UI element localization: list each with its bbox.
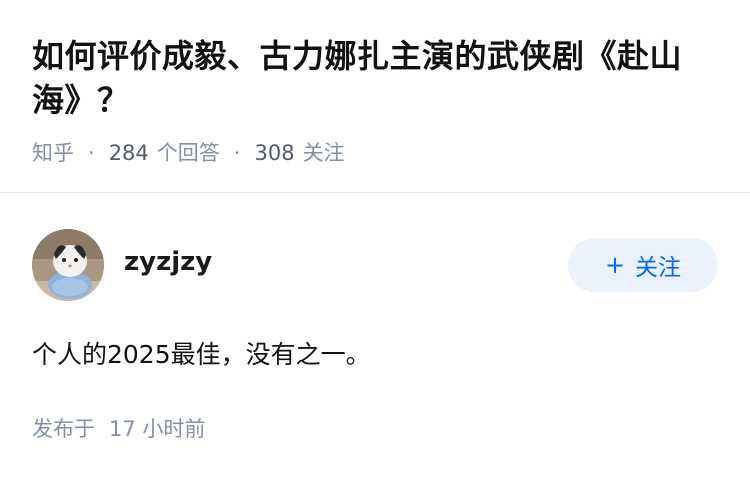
published-label: 发布于 bbox=[32, 417, 95, 441]
meta-separator: · bbox=[233, 141, 241, 165]
follow-button-label: 关注 bbox=[635, 255, 682, 281]
author-name[interactable]: zyzjzy bbox=[124, 247, 212, 277]
author-info: zyzjzy bbox=[32, 229, 212, 301]
follow-count: 308 bbox=[254, 141, 295, 165]
plus-icon: + bbox=[604, 251, 626, 279]
author-row: zyzjzy + 关注 bbox=[32, 229, 718, 301]
answer-count: 284 bbox=[108, 141, 149, 165]
question-meta: 知乎 · 284 个回答 · 308 关注 bbox=[32, 138, 718, 168]
answer-card: zyzjzy + 关注 个人的2025最佳，没有之一。 发布于 17 小时前 bbox=[0, 193, 750, 443]
answer-count-label: 个回答 bbox=[156, 141, 220, 165]
follow-count-label: 关注 bbox=[302, 141, 345, 165]
published-time: 17 小时前 bbox=[109, 417, 206, 441]
avatar[interactable] bbox=[32, 229, 104, 301]
cat-avatar-image bbox=[32, 229, 104, 301]
meta-separator: · bbox=[88, 141, 95, 165]
answer-timestamp: 发布于 17 小时前 bbox=[32, 413, 718, 443]
follow-button[interactable]: + 关注 bbox=[568, 238, 718, 292]
question-source[interactable]: 知乎 bbox=[32, 138, 74, 168]
answer-content[interactable]: 个人的2025最佳，没有之一。 bbox=[32, 335, 718, 375]
question-title[interactable]: 如何评价成毅、古力娜扎主演的武侠剧《赴山海》？ bbox=[32, 34, 718, 122]
question-header: 如何评价成毅、古力娜扎主演的武侠剧《赴山海》？ 知乎 · 284 个回答 · 3… bbox=[0, 0, 750, 168]
